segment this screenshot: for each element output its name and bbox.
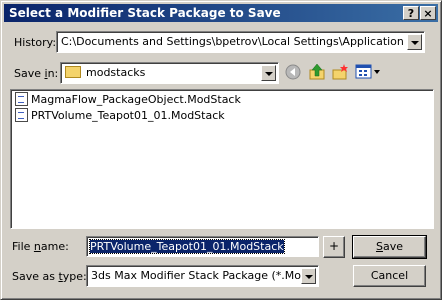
save-button-hotkey: S	[375, 240, 383, 253]
save-dialog: Select a Modifier Stack Package to Save …	[0, 0, 442, 300]
file-icon	[15, 92, 28, 106]
filename-input[interactable]: PRTVolume_Teapot01_01.ModStack	[86, 236, 319, 257]
history-value: C:\Documents and Settings\bpetrov\Local …	[61, 35, 407, 48]
title-bar[interactable]: Select a Modifier Stack Package to Save …	[4, 4, 438, 22]
file-list[interactable]: MagmaFlow_PackageObject.ModStack PRTVolu…	[10, 89, 434, 229]
savein-label: Save in:	[14, 67, 58, 80]
cancel-button[interactable]: Cancel	[353, 265, 426, 287]
filetype-label-prefix: Save as	[12, 270, 59, 283]
file-name: MagmaFlow_PackageObject.ModStack	[31, 93, 241, 106]
filetype-label: Save as type:	[12, 270, 87, 283]
list-item[interactable]: PRTVolume_Teapot01_01.ModStack	[15, 108, 225, 124]
save-button[interactable]: Save	[352, 235, 427, 259]
up-folder-icon[interactable]	[308, 63, 326, 81]
history-combo[interactable]: C:\Documents and Settings\bpetrov\Local …	[56, 31, 425, 53]
save-button-label: ave	[382, 240, 403, 253]
close-button[interactable]: ×	[420, 6, 436, 20]
filetype-select[interactable]: 3ds Max Modifier Stack Package (*.ModSta…	[86, 265, 319, 287]
savein-label-prefix: Save	[14, 67, 45, 80]
filename-label-hotkey: n	[33, 240, 41, 253]
filename-value: PRTVolume_Teapot01_01.ModStack	[89, 239, 285, 254]
folder-icon	[65, 66, 81, 78]
window-title: Select a Modifier Stack Package to Save	[9, 6, 281, 20]
list-item[interactable]: MagmaFlow_PackageObject.ModStack	[15, 92, 241, 108]
savein-dropdown-button[interactable]	[261, 65, 276, 81]
file-icon	[15, 108, 28, 122]
file-name: PRTVolume_Teapot01_01.ModStack	[31, 109, 225, 122]
history-dropdown-button[interactable]	[407, 34, 422, 50]
savein-combo[interactable]: modstacks	[60, 62, 279, 84]
filetype-dropdown-button[interactable]	[301, 268, 316, 284]
plus-button[interactable]: +	[323, 236, 345, 258]
help-button[interactable]: ?	[403, 6, 419, 20]
back-icon[interactable]	[285, 64, 301, 80]
filename-label: File name:	[12, 240, 69, 253]
savein-label-suffix: n:	[47, 67, 59, 80]
savein-folder-name: modstacks	[86, 66, 146, 79]
history-label: History:	[14, 36, 57, 49]
view-menu-icon[interactable]	[355, 64, 381, 80]
savein-value: modstacks	[65, 66, 145, 79]
filetype-label-suffix: ype:	[62, 270, 87, 283]
new-folder-icon[interactable]	[331, 63, 349, 81]
filetype-value: 3ds Max Modifier Stack Package (*.ModSta…	[91, 269, 303, 282]
filename-label-suffix: ame:	[40, 240, 69, 253]
filename-label-prefix: File	[12, 240, 34, 253]
